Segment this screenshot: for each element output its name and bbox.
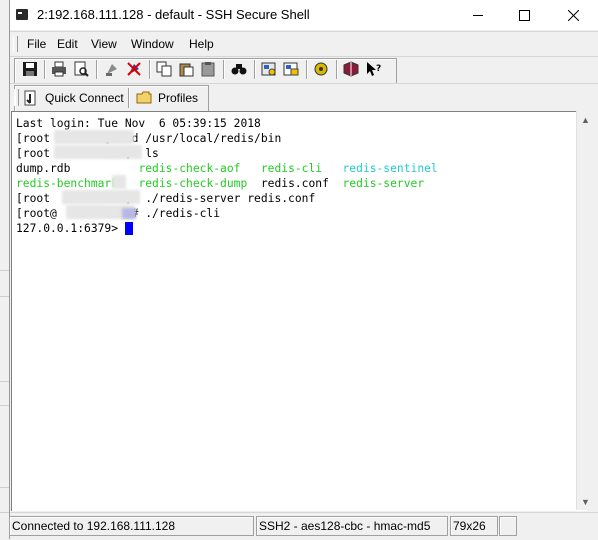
copy-button[interactable]: [155, 60, 173, 78]
paste-button[interactable]: [177, 60, 195, 78]
profiles-icon: [283, 62, 299, 76]
status-pane-extra: [499, 516, 517, 536]
terminal-line: 127.0.0.1:6379>: [16, 221, 125, 236]
key-button[interactable]: [312, 60, 330, 78]
redacted-hostname: [62, 190, 140, 204]
menu-file[interactable]: File: [27, 37, 46, 51]
disconnect-button[interactable]: [103, 60, 121, 78]
print-button[interactable]: [50, 60, 68, 78]
status-cipher: SSH2 - aes128-cbc - hmac-md5: [256, 516, 448, 536]
clipboard-button[interactable]: [199, 60, 217, 78]
terminal-line: [root bin]# ./redis-server redis.conf: [16, 191, 315, 206]
book-icon: [343, 61, 359, 77]
redacted-hostname: [112, 175, 126, 189]
disconnect-icon: [106, 64, 117, 76]
disconnect-red-button[interactable]: [125, 60, 143, 78]
background-window-strip: [0, 0, 9, 539]
terminal-cursor: [124, 222, 133, 235]
terminal-text: redis-check-dump: [138, 177, 261, 190]
help-pointer-icon: ?: [367, 62, 381, 76]
ssh-window: 2:192.168.111.128 - default - SSH Secure…: [9, 0, 598, 539]
vertical-scrollbar[interactable]: ▲ ▼: [576, 111, 594, 510]
terminal-text: redis-check-aof: [138, 162, 261, 175]
quickbar-grip[interactable]: [14, 89, 19, 106]
menu-grip[interactable]: [13, 36, 18, 52]
save-button[interactable]: [21, 60, 39, 78]
print-icon: [52, 61, 66, 77]
find-button[interactable]: [230, 60, 248, 78]
settings-button[interactable]: [260, 60, 278, 78]
svg-text:?: ?: [376, 64, 381, 74]
terminal-text: Last login: Tue Nov 6 05:39:15 2018: [16, 117, 261, 130]
close-button[interactable]: [547, 0, 598, 30]
terminal-line: redis-benchmark redis-check-dump redis.c…: [16, 176, 424, 191]
paste-icon: [179, 63, 194, 77]
redacted-hostname: [54, 145, 142, 159]
status-connection: Connected to 192.168.111.128: [9, 516, 254, 536]
terminal-line: Last login: Tue Nov 6 05:39:15 2018: [16, 116, 261, 131]
toolbar: ?: [10, 56, 598, 84]
folder-icon: [136, 91, 152, 104]
menu-edit[interactable]: Edit: [57, 37, 78, 51]
key-icon: [314, 62, 328, 76]
terminal-line: dump.rdb redis-check-aof redis-cli redis…: [16, 161, 438, 176]
profiles-button[interactable]: Profiles: [136, 88, 198, 108]
scroll-down-arrow-icon[interactable]: ▼: [577, 493, 594, 510]
maximize-icon: [518, 9, 530, 21]
find-icon: [231, 64, 247, 75]
print-preview-button[interactable]: [72, 60, 90, 78]
terminal-text: redis-cli: [260, 162, 343, 175]
profiles-label: Profiles: [158, 91, 199, 105]
terminal-text: redis-server: [342, 177, 425, 190]
print-preview-icon: [74, 61, 89, 77]
quick-connect-bar: Quick Connect Profiles: [10, 83, 598, 112]
menu-bar: File Edit View Window Help: [10, 31, 598, 56]
terminal-text: redis.conf: [260, 177, 343, 190]
disconnect-red-icon: [127, 62, 141, 76]
terminal-text: redis-sentinel: [342, 162, 438, 175]
menu-window[interactable]: Window: [131, 37, 174, 51]
scroll-up-arrow-icon[interactable]: ▲: [577, 111, 594, 128]
menu-view[interactable]: View: [91, 37, 117, 51]
ssh-app-icon: [16, 9, 28, 20]
help-pointer-button[interactable]: ?: [364, 60, 382, 78]
minimize-button[interactable]: [455, 0, 501, 30]
book-button[interactable]: [342, 60, 360, 78]
redacted-hostname: [54, 130, 134, 144]
quick-connect-label: Quick Connect: [45, 91, 124, 105]
terminal-text: dump.rdb: [16, 162, 139, 175]
settings-icon: [261, 62, 276, 76]
quick-connect-icon: [24, 90, 36, 106]
clipboard-icon: [201, 62, 215, 77]
close-icon: [567, 9, 579, 21]
profiles-toolbar-button[interactable]: [282, 60, 300, 78]
redacted-hostname: [122, 208, 136, 219]
maximize-button[interactable]: [501, 0, 547, 30]
title-bar[interactable]: 2:192.168.111.128 - default - SSH Secure…: [10, 0, 598, 30]
terminal-text: 127.0.0.1:6379>: [16, 222, 125, 235]
terminal-area[interactable]: 127.0.0.1:6379> [root@ bin]# ./redis-cli…: [11, 111, 587, 511]
quick-connect-button[interactable]: Quick Connect: [23, 88, 124, 108]
status-bar: Connected to 192.168.111.128 SSH2 - aes1…: [9, 512, 598, 540]
minimize-icon: [473, 14, 483, 16]
menu-help[interactable]: Help: [189, 37, 214, 51]
status-size: 79x26: [450, 516, 498, 536]
terminal-text: [root bin]# ./redis-server redis.conf: [16, 192, 316, 205]
window-title: 2:192.168.111.128 - default - SSH Secure…: [37, 7, 310, 22]
save-icon: [23, 62, 37, 76]
copy-icon: [156, 61, 172, 77]
